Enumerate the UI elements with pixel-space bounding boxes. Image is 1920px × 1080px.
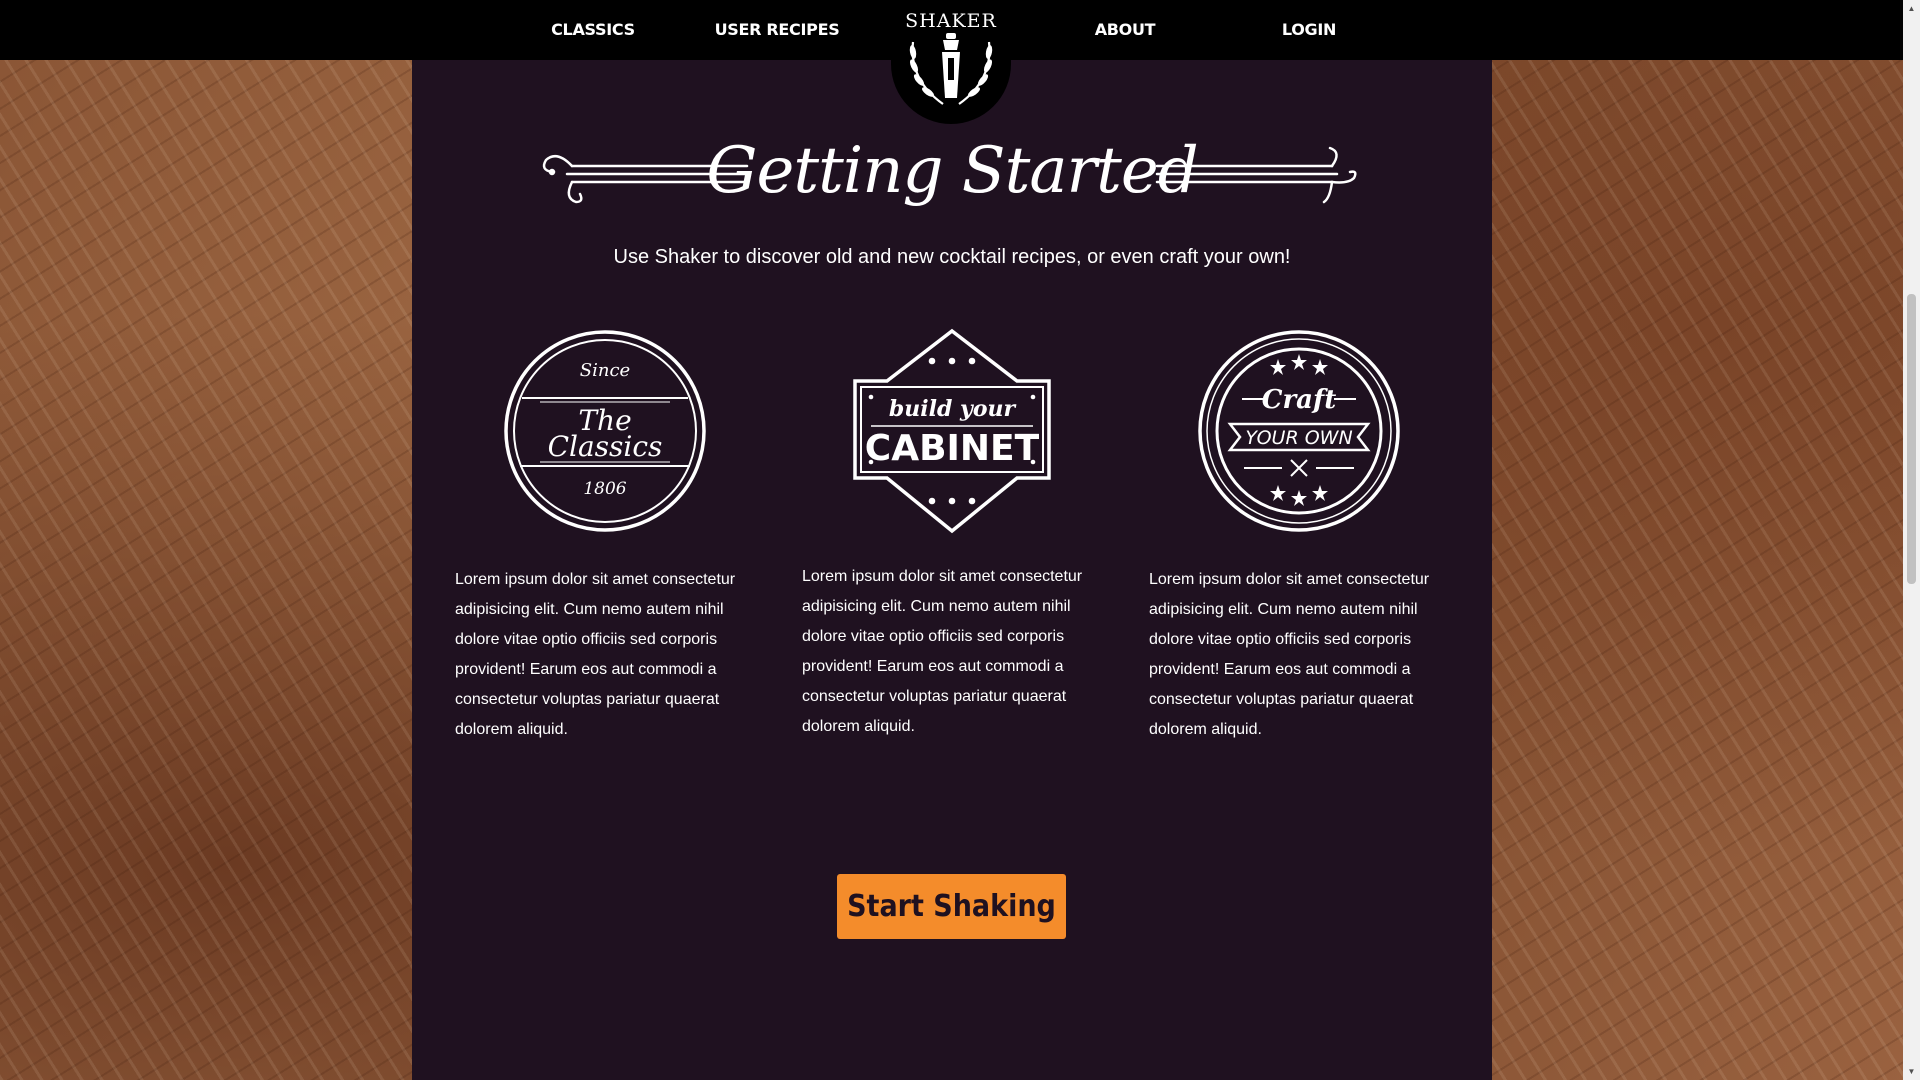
nav-link-user-recipes[interactable]: USER RECIPES — [715, 0, 840, 60]
shaker-logo-icon — [909, 33, 993, 105]
badge-your-own-text: YOUR OWN — [1245, 427, 1352, 449]
nav-link-about[interactable]: ABOUT — [1095, 0, 1156, 60]
scroll-down-icon[interactable]: ▼ — [1903, 1063, 1920, 1080]
craft-badge: Craft YOUR OWN — [1194, 326, 1404, 536]
card-text-cabinet: Lorem ipsum dolor sit amet consectetur a… — [802, 568, 1083, 735]
badge-cabinet-text: CABINET — [865, 428, 1040, 469]
page-scrollbar[interactable]: ▲ ▼ — [1903, 0, 1920, 1080]
card-text-classics: Lorem ipsum dolor sit amet consectetur a… — [455, 571, 736, 738]
scroll-thumb[interactable] — [1907, 294, 1916, 584]
nav-link-classics[interactable]: CLASSICS — [551, 0, 635, 60]
card-text-craft: Lorem ipsum dolor sit amet consectetur a… — [1149, 571, 1430, 738]
start-shaking-button[interactable]: Start Shaking — [837, 874, 1066, 939]
badge-since-text: Since — [580, 360, 630, 381]
badge-build-your-text: build your — [889, 396, 1017, 422]
shaker-logo[interactable]: SHAKER — [891, 0, 1011, 124]
getting-started-panel: Getting Started Use Shaker to discover o… — [412, 0, 1492, 1080]
page-subtitle: Use Shaker to discover old and new cockt… — [613, 246, 1291, 268]
crossed-swizzles-icon — [1244, 459, 1354, 477]
title-block: Getting Started — [412, 120, 1492, 220]
page-title: Getting Started — [706, 134, 1198, 208]
scroll-up-icon[interactable]: ▲ — [1903, 0, 1920, 17]
cabinet-badge: build your CABINET — [847, 326, 1057, 536]
badge-craft-text: Craft — [1262, 385, 1336, 415]
badge-year-text: 1806 — [583, 479, 626, 499]
badge-classics-text: Classics — [548, 430, 663, 463]
classics-badge: Since The Classics 1806 — [500, 326, 710, 536]
nav-link-login[interactable]: LOGIN — [1282, 0, 1337, 60]
